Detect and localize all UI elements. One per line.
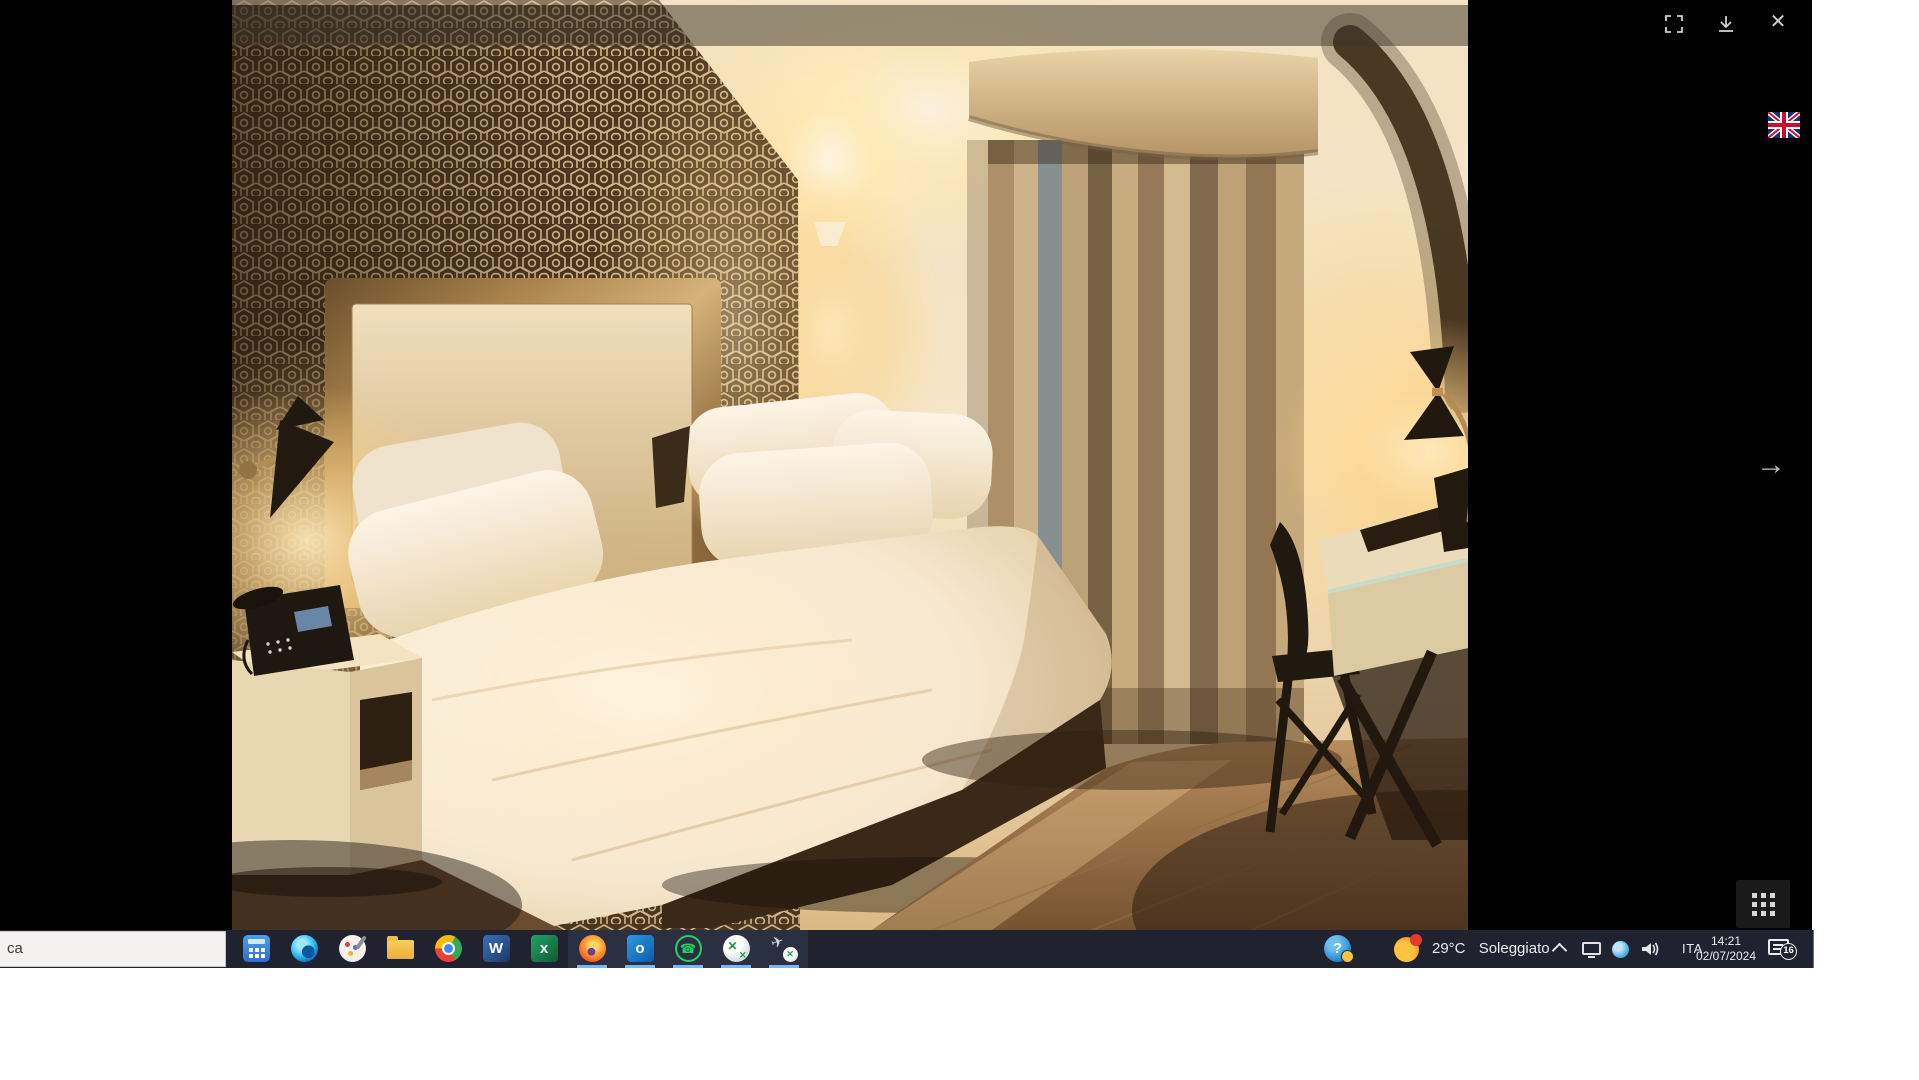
taskbar-app-file-explorer[interactable]	[376, 930, 424, 968]
screen: ✕ → ca	[0, 0, 1919, 1080]
taskbar-search-box[interactable]: ca	[0, 931, 226, 967]
clock-date: 02/07/2024	[1690, 949, 1762, 964]
taskbar-app-whatsapp[interactable]: ☎	[664, 930, 712, 968]
taskbar-app-excel[interactable]: x	[520, 930, 568, 968]
transfer-app-icon: ✈ ✕	[771, 935, 798, 962]
taskbar-app-chrome[interactable]	[424, 930, 472, 968]
sphere-app-icon: ✕ ✕	[723, 935, 750, 962]
file-explorer-icon	[387, 940, 414, 959]
taskbar-app-calculator[interactable]	[232, 930, 280, 968]
next-arrow[interactable]: →	[1756, 450, 1786, 480]
taskbar-app-word[interactable]: W	[472, 930, 520, 968]
globe-tray-icon[interactable]	[1612, 941, 1629, 958]
weather-temperature: 29°C	[1432, 940, 1466, 957]
outlook-icon: o	[627, 935, 654, 962]
image-lightbox: ✕ →	[0, 0, 1812, 930]
taskbar-app-edge[interactable]	[280, 930, 328, 968]
fullscreen-icon[interactable]	[1662, 12, 1686, 36]
weather-sun-icon[interactable]	[1394, 937, 1419, 962]
taskbar-app-outlook[interactable]: o	[616, 930, 664, 968]
grid-icon	[1752, 893, 1775, 916]
action-center-icon[interactable]: 16	[1768, 939, 1789, 955]
network-monitor-icon[interactable]	[1582, 942, 1601, 955]
help-tray-icon[interactable]: ?	[1324, 935, 1351, 962]
weather-widget[interactable]: 29°C Soleggiato	[1432, 930, 1559, 968]
taskbar-app-firefox[interactable]	[568, 930, 616, 968]
whatsapp-icon: ☎	[675, 935, 702, 962]
taskbar-app-paint[interactable]	[328, 930, 376, 968]
word-icon: W	[483, 935, 510, 962]
taskbar-app-sphere[interactable]: ✕ ✕	[712, 930, 760, 968]
taskbar-app-transfer[interactable]: ✈ ✕	[760, 930, 808, 968]
close-icon[interactable]: ✕	[1766, 10, 1790, 34]
firefox-icon	[579, 935, 606, 962]
calculator-icon	[243, 935, 270, 962]
edge-icon	[291, 935, 318, 962]
volume-icon[interactable]	[1640, 941, 1660, 957]
hotel-room-photo-art	[232, 0, 1468, 930]
uk-flag-icon[interactable]	[1768, 112, 1800, 138]
download-icon[interactable]	[1714, 12, 1738, 36]
weather-condition: Soleggiato	[1479, 940, 1550, 957]
thumbnail-grid-button[interactable]	[1736, 880, 1790, 928]
clock-time: 14:21	[1690, 934, 1762, 949]
chrome-icon	[435, 935, 462, 962]
windows-taskbar: ca W x o ☎ ✕ ✕ ✈	[0, 930, 1813, 968]
excel-icon: x	[531, 935, 558, 962]
taskbar-clock[interactable]: 14:21 02/07/2024	[1690, 934, 1762, 964]
search-text: ca	[7, 940, 23, 957]
paint-icon	[339, 935, 366, 962]
hotel-room-photo[interactable]	[232, 0, 1468, 930]
notification-badge: 16	[1780, 943, 1797, 960]
